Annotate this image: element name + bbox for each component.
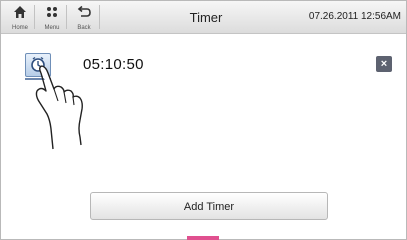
back-button[interactable]: Back <box>73 3 95 31</box>
nav-divider <box>66 5 67 29</box>
page-title: Timer <box>189 10 223 25</box>
close-icon: × <box>380 58 388 70</box>
menu-label: Menu <box>44 25 60 31</box>
home-icon <box>14 6 26 18</box>
nav-divider <box>99 5 100 29</box>
close-button[interactable]: × <box>376 56 392 72</box>
back-label: Back <box>77 25 91 31</box>
back-arrow-icon <box>77 5 91 17</box>
home-label: Home <box>11 25 28 31</box>
date-time: 07.26.2011 12:56AM <box>308 11 401 22</box>
home-button[interactable]: Home <box>9 3 31 31</box>
grid-menu-icon <box>47 7 57 17</box>
pointing-hand-icon <box>35 65 83 150</box>
top-bar: Home Menu Back Timer 07.26.2011 12:56AM <box>1 1 406 34</box>
add-timer-button[interactable]: Add Timer <box>90 192 328 220</box>
menu-button[interactable]: Menu <box>41 3 63 31</box>
nav-divider <box>34 5 35 29</box>
page-indicator <box>187 236 219 240</box>
